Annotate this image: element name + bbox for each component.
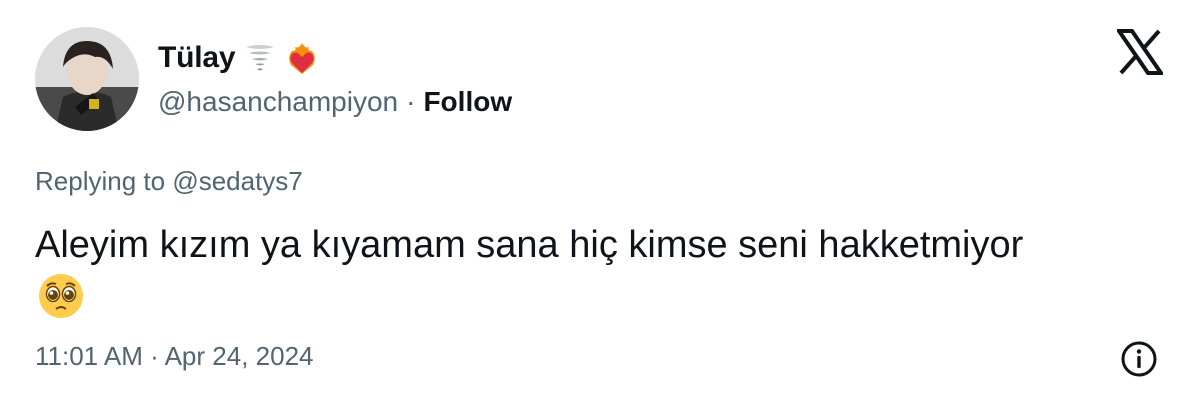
replying-prefix: Replying to — [35, 166, 166, 196]
heart-on-fire-emoji-icon — [289, 43, 316, 74]
tweet-timestamp[interactable]: 11:01 AM · Apr 24, 2024 — [35, 341, 313, 372]
tweet-card: Tülay @hasanchampiyon · Follow Replying … — [0, 0, 1200, 418]
separator-dot: · — [406, 86, 416, 117]
avatar-photo — [35, 27, 139, 131]
x-logo-icon[interactable] — [1117, 29, 1163, 75]
info-icon[interactable] — [1120, 340, 1158, 378]
user-handle[interactable]: @hasanchampiyon — [158, 86, 398, 118]
tornado-emoji-icon — [246, 45, 275, 71]
avatar[interactable] — [35, 27, 139, 131]
tweet-text: Aleyim kızım ya kıyamam sana hiç kimse s… — [35, 224, 1024, 266]
reply-mention-link[interactable]: @sedatys7 — [172, 166, 302, 196]
follow-button[interactable]: Follow — [423, 86, 512, 118]
display-name[interactable]: Tülay — [158, 41, 236, 75]
pleading-face-emoji-icon — [39, 274, 83, 318]
replying-to: Replying to @sedatys7 — [35, 166, 303, 197]
handle-row: @hasanchampiyon · Follow — [158, 84, 512, 120]
name-row: Tülay — [158, 38, 319, 78]
